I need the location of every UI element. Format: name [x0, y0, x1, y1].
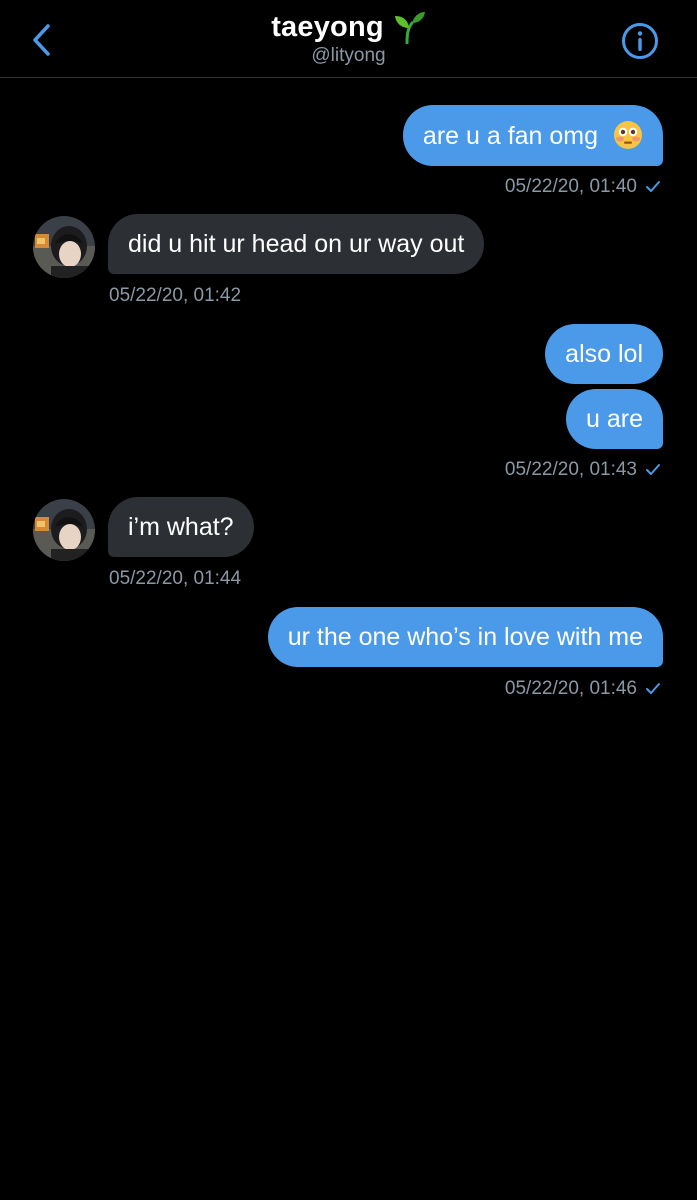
- message-bubble-outgoing[interactable]: u are: [566, 389, 663, 449]
- info-button[interactable]: [621, 22, 659, 60]
- read-check-icon: [646, 464, 660, 475]
- profile-photo: [33, 216, 95, 278]
- message-text: ur the one who’s in love with me: [287, 623, 643, 651]
- message-text: did u hit ur head on ur way out: [128, 230, 465, 258]
- profile-photo: [33, 499, 95, 561]
- message-timestamp: 05/22/20, 01:44: [109, 568, 242, 589]
- read-check-icon: [646, 181, 660, 192]
- conversation-title-block[interactable]: taeyong @lityong: [0, 10, 697, 67]
- message-text: i’m what?: [128, 513, 234, 541]
- message-text: u are: [586, 405, 643, 433]
- conversation-handle: @lityong: [311, 45, 386, 66]
- message-text: are u a fan omg: [422, 122, 599, 150]
- read-check-icon: [646, 683, 660, 694]
- seedling-icon: [394, 12, 425, 44]
- message-bubble-incoming[interactable]: did u hit ur head on ur way out: [108, 214, 485, 274]
- message-text: also lol: [565, 340, 643, 368]
- message-timestamp: 05/22/20, 01:46: [505, 678, 661, 700]
- message-bubble-outgoing[interactable]: also lol: [545, 324, 663, 384]
- message-bubble-incoming[interactable]: i’m what?: [108, 497, 254, 557]
- avatar[interactable]: [33, 216, 95, 278]
- message-timestamp: 05/22/20, 01:43: [505, 459, 661, 481]
- conversation-header: taeyong @lityong: [0, 0, 697, 78]
- avatar[interactable]: [33, 499, 95, 561]
- message-timestamp: 05/22/20, 01:40: [505, 176, 661, 198]
- message-bubble-outgoing[interactable]: ur the one who’s in love with me: [267, 607, 663, 667]
- conversation-title: taeyong: [271, 10, 384, 43]
- info-icon: [622, 23, 658, 59]
- message-bubble-outgoing[interactable]: are u a fan omg: [402, 105, 663, 166]
- message-timestamp: 05/22/20, 01:42: [109, 285, 242, 306]
- flushed-face-icon: [614, 121, 642, 149]
